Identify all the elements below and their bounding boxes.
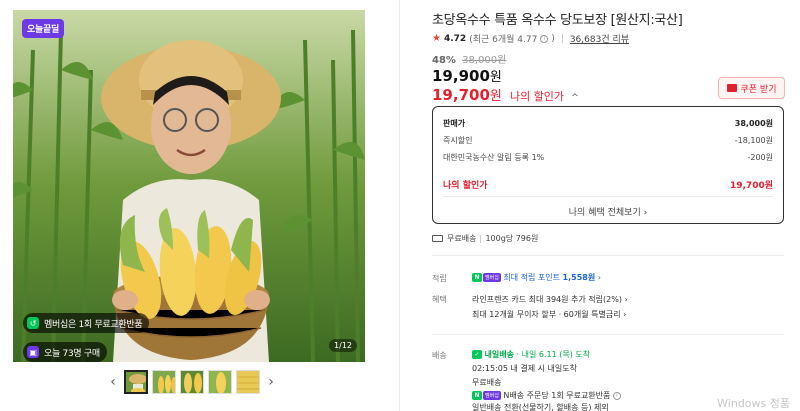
max-points-amount: 1,558원 [562,273,596,282]
my-price-label: 나의 할인가 [509,90,565,103]
points-row[interactable]: N 멤버십 최대 적립 포인트 1,558원 › [472,272,601,283]
npay-membership-badge: N 멤버십 [472,391,501,400]
sale-price-unit: 원 [489,70,502,85]
truck-icon [432,235,443,242]
info-icon[interactable]: i [540,34,549,43]
points-label: 적립 [432,274,447,283]
delivery-eta-row: ✓ 내일배송 · 내일 6.11 (목) 도착 [472,349,590,360]
unit-price-text: 100g당 796원 [485,234,539,243]
npay-icon: N [472,391,482,400]
chevron-right-icon: › [623,310,627,319]
rating-separator [561,34,563,43]
coupon-button-label: 쿠폰 받기 [740,84,777,95]
membership-badge: 멤버십 [483,391,501,400]
price-row-my-price: 나의 할인가 19,700원 [443,178,773,191]
arrival-date-text: · 내일 6.11 (목) 도착 [516,350,591,359]
tomorrow-delivery-text: 내일배송 [484,350,514,359]
price-row-value: -18,100원 [734,136,773,145]
section-divider [432,334,784,335]
rating-score: 4.72 [443,33,467,44]
thumbnail-4[interactable] [208,370,232,394]
price-row-value: 38,000원 [734,119,773,128]
price-row-label: 즉시할인 [443,136,473,145]
original-price: 38,000원 [462,55,507,66]
max-points-text: 최대 적립 포인트 [503,273,560,282]
my-price-unit: 원 [489,89,502,104]
coupon-button[interactable]: 쿠폰 받기 [718,77,785,99]
price-breakdown-box: 판매가 38,000원 즉시할인 -18,100원 대한민국농수산 알림 등록 … [432,106,784,224]
price-row-list-price: 판매가 38,000원 [443,118,773,129]
price-row-instant-discount: 즉시할인 -18,100원 [443,135,773,146]
thumbnail-prev-arrow[interactable]: ‹ [106,370,120,394]
installment-row[interactable]: 최대 12개월 무이자 할부 · 60개월 특별금리 › [472,309,626,320]
membership-badge: 멤버십 [483,273,501,282]
image-pager: 1/12 [329,339,357,352]
buyers-today-text: 오늘 73명 구매 [44,348,100,359]
delivery-fee: 무료배송 [472,378,502,387]
tomorrow-delivery-badge: ✓ [472,350,482,359]
my-price-row-value: 19,700원 [729,181,773,191]
farmer-corn-photo [13,10,365,362]
discount-percent: 48% [432,55,456,66]
benefits-label: 혜택 [432,295,447,304]
star-icon: ★ [432,33,441,44]
rating-row: ★ 4.72 (최근 6개월 4.77 i ) 36,683건 리뷰 [432,32,629,45]
npay-icon: N [472,273,482,282]
price-row-label: 판매가 [443,119,466,128]
reviews-link[interactable]: 36,683건 리뷰 [570,32,629,45]
coupon-icon [726,84,737,92]
free-return-text: N배송 주문당 1회 무료교환반품 [503,391,611,400]
product-title: 초당옥수수 특품 옥수수 당도보장 [원산지:국산] [432,13,683,28]
rating-recent-close: ) [551,33,555,44]
buyers-today-pill: ▣ 오늘 73명 구매 [23,342,107,362]
main-product-image[interactable]: 오늘끝딜 ↺ 멤버십은 1회 무료교환반품 ▣ 오늘 73명 구매 1/12 [13,10,365,362]
today-deal-tag: 오늘끝딜 [22,19,64,38]
price-box-divider [443,196,773,197]
free-shipping-text: 무료배송 [447,234,477,243]
shipping-summary: 무료배송 100g당 796원 [432,233,538,244]
thumbnail-5[interactable] [236,370,260,394]
section-divider [432,255,784,256]
free-exchange-text: 멤버십은 1회 무료교환반품 [44,319,143,330]
delivery-label: 배송 [432,351,447,360]
card-benefit-text: 라인프렌즈 카드 최대 394원 추가 적립(2%) [472,295,622,304]
column-divider [399,0,400,411]
windows-activation-watermark: Windows 정품 [717,397,790,410]
price-row-value: -200원 [747,153,773,162]
info-icon[interactable]: i [612,391,621,400]
membership-icon: ↺ [27,317,39,329]
installment-text: 최대 12개월 무이자 할부 · 60개월 특별금리 [472,310,621,319]
thumbnail-next-arrow[interactable]: › [264,370,278,394]
shipping-separator [480,234,482,243]
sale-price-value: 19,900 [432,67,490,85]
my-discount-price[interactable]: 19,700원 나의 할인가 ^ [432,85,579,104]
free-exchange-pill: ↺ 멤버십은 1회 무료교환반품 [23,313,150,333]
thumbnail-2[interactable] [152,370,176,394]
thumbnail-strip: ‹ › [106,370,278,394]
discount-row: 48% 38,000원 [432,51,506,66]
npay-membership-badge: N 멤버십 [472,273,501,282]
price-row-alert-discount: 대한민국농수산 알림 등록 1% -200원 [443,152,773,163]
chevron-right-icon: › [624,295,628,304]
free-return-row: N 멤버십 N배송 주문당 1회 무료교환반품 i [472,390,621,401]
thumbnail-1[interactable] [124,370,148,394]
delivery-fine-print: 일반배송 전환(선물하기, 할배송 등) 제외 [472,403,609,411]
chevron-up-icon: ^ [571,93,579,103]
chevron-right-icon: › [597,273,601,282]
sale-price: 19,900원 [432,66,502,85]
bag-icon: ▣ [27,346,39,358]
thumbnail-3[interactable] [180,370,204,394]
tomorrow-delivery-icon: ✓ [472,350,482,359]
rating-recent: (최근 6개월 4.77 [469,35,538,45]
delivery-deadline: 02:15:05 내 결제 시 내일도착 [472,364,577,373]
card-benefit-row[interactable]: 라인프렌즈 카드 최대 394원 추가 적립(2%) › [472,294,628,305]
see-all-benefits-link[interactable]: 나의 혜택 전체보기 › [433,205,783,218]
my-price-row-label: 나의 할인가 [443,181,488,191]
price-row-label: 대한민국농수산 알림 등록 1% [443,153,545,162]
my-price-value: 19,700 [432,86,490,104]
